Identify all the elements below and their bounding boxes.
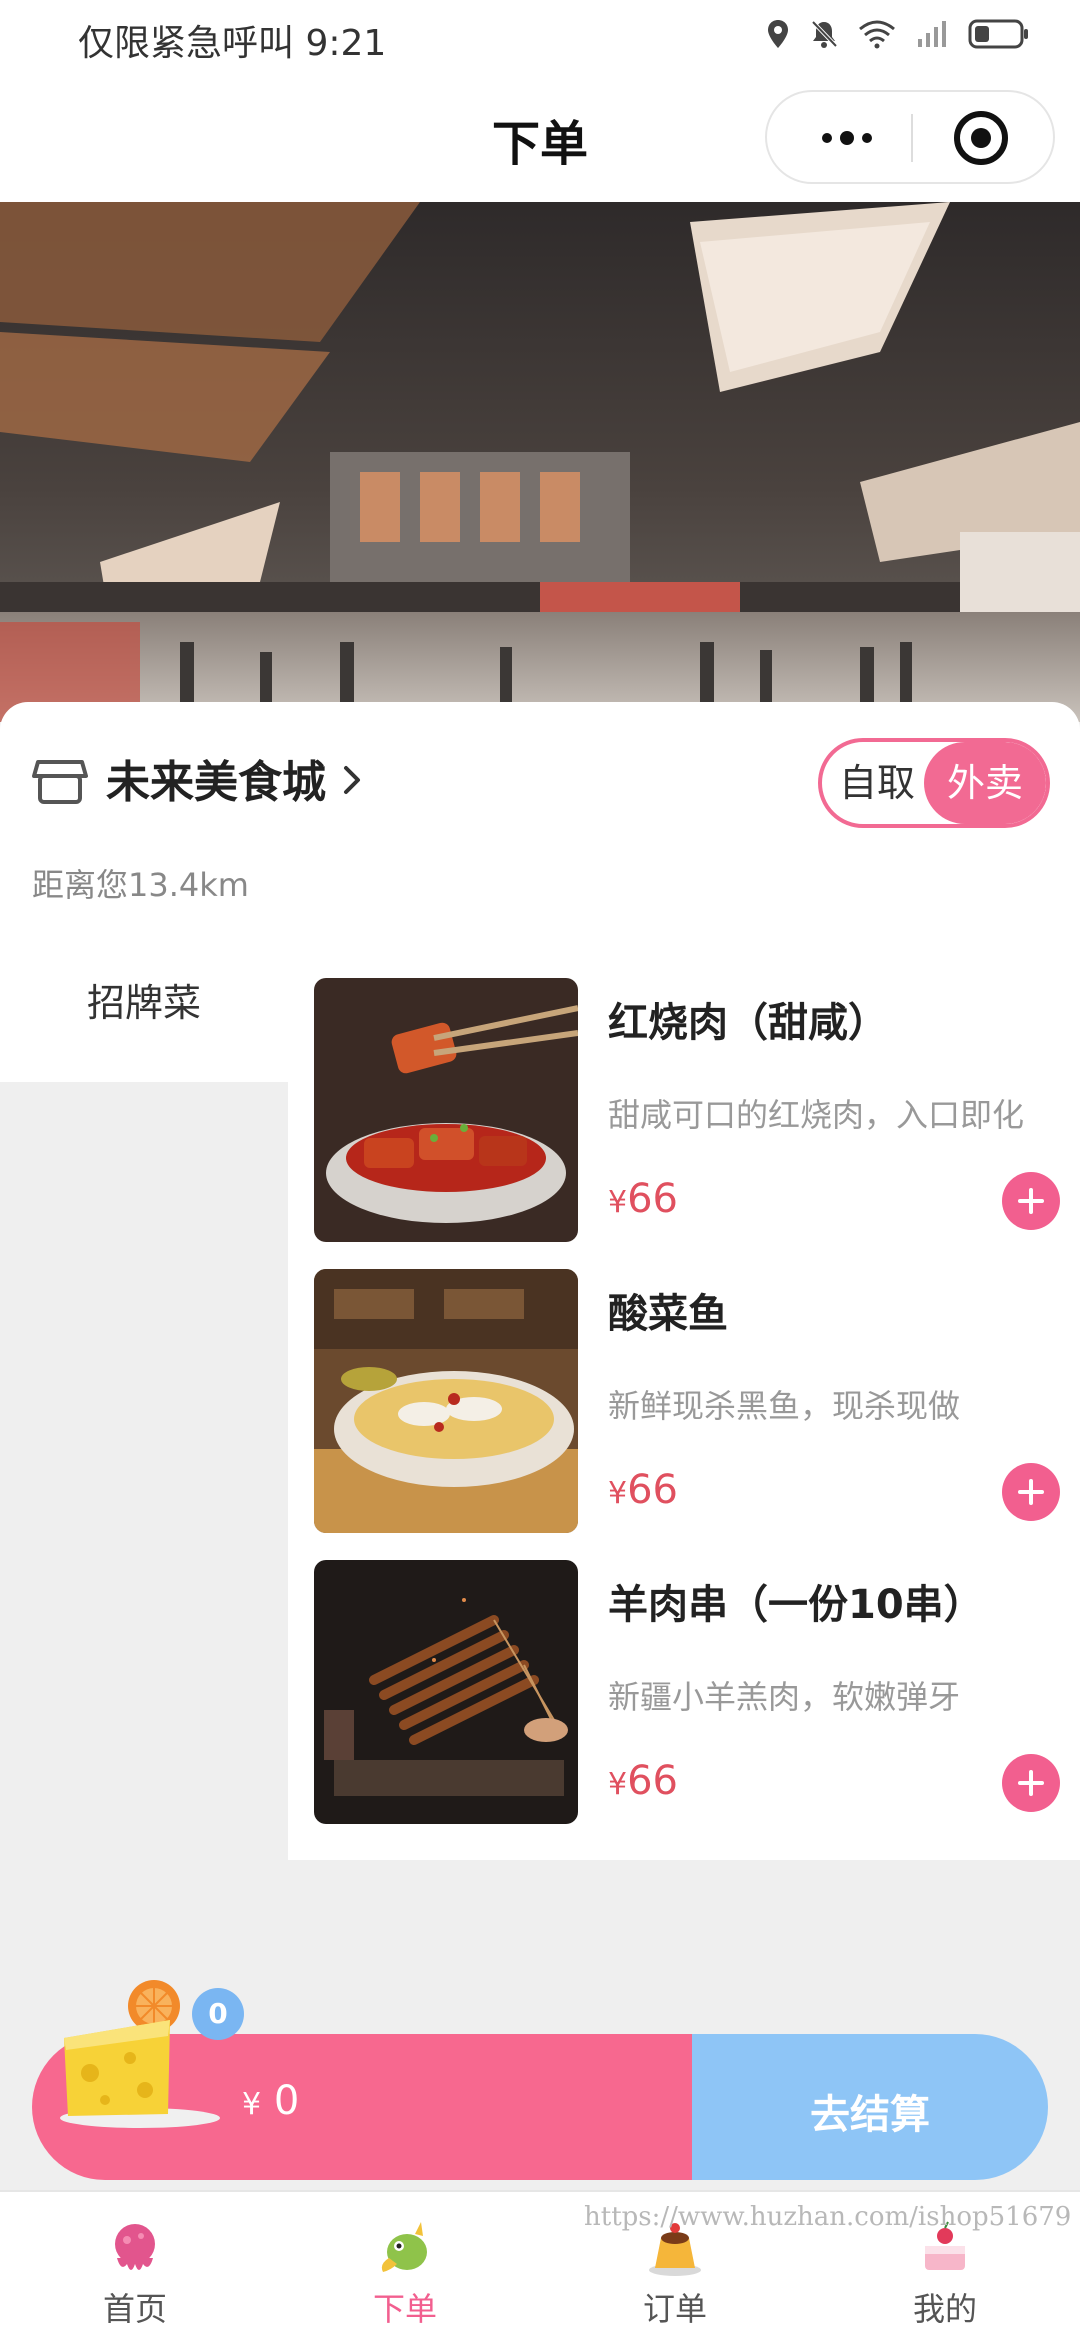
- dish-item[interactable]: 羊肉串（一份10串） 新疆小羊羔肉，软嫩弹牙 ¥66: [314, 1542, 1074, 1824]
- cart-count-badge: 0: [192, 1988, 244, 2040]
- watermark-text: https://www.huzhan.com/ishop51679: [584, 2202, 1072, 2232]
- add-to-cart-button[interactable]: [1002, 1463, 1060, 1521]
- dish-image-braised-pork: [314, 978, 578, 1242]
- tab-label: 订单: [642, 2290, 707, 2328]
- target-icon[interactable]: [953, 110, 1009, 166]
- currency-symbol: ¥: [608, 1476, 628, 1511]
- dish-price: ¥66: [608, 1758, 678, 1804]
- battery-icon: [968, 18, 1030, 50]
- tab-order[interactable]: 下单: [270, 2192, 540, 2340]
- tab-label: 我的: [912, 2290, 977, 2328]
- dish-description: 甜咸可口的红烧肉，入口即化: [608, 1096, 1025, 1134]
- store-distance: 距离您13.4km: [32, 866, 249, 904]
- octopus-icon: [105, 2218, 165, 2278]
- price-value: 66: [627, 1758, 678, 1804]
- dish-price: ¥66: [608, 1467, 678, 1513]
- location-icon: [766, 19, 790, 49]
- more-icon[interactable]: [805, 120, 905, 156]
- dish-description: 新鲜现杀黑鱼，现杀现做: [608, 1387, 961, 1425]
- currency-symbol: ¥: [242, 2087, 262, 2122]
- checkout-button[interactable]: 去结算: [692, 2034, 1048, 2180]
- capsule-divider: [911, 114, 913, 162]
- dish-item[interactable]: 酸菜鱼 新鲜现杀黑鱼，现杀现做 ¥66: [314, 1251, 1074, 1533]
- dish-name: 羊肉串（一份10串）: [608, 1582, 984, 1628]
- dish-list: 红烧肉（甜咸） 甜咸可口的红烧肉，入口即化 ¥66 酸菜鱼 新鲜现杀黑鱼，现杀现…: [288, 942, 1080, 1860]
- cart-total-value: 0: [273, 2078, 300, 2124]
- dish-name: 红烧肉（甜咸）: [608, 1000, 888, 1046]
- add-to-cart-button[interactable]: [1002, 1172, 1060, 1230]
- status-bar: 仅限紧急呼叫 9:21: [0, 0, 1080, 72]
- tab-label: 下单: [372, 2290, 437, 2328]
- dish-image-lamb-skewers: [314, 1560, 578, 1824]
- currency-symbol: ¥: [608, 1185, 628, 1220]
- signal-icon: [916, 19, 948, 49]
- status-text: 仅限紧急呼叫 9:21: [78, 23, 387, 64]
- store-icon: [32, 752, 88, 808]
- tab-home[interactable]: 首页: [0, 2192, 270, 2340]
- dish-name: 酸菜鱼: [608, 1291, 728, 1337]
- status-icons: [766, 18, 1030, 50]
- toggle-delivery[interactable]: 外卖: [924, 742, 1046, 824]
- chevron-right-icon[interactable]: [340, 760, 366, 800]
- store-name[interactable]: 未来美食城: [106, 746, 326, 810]
- delivery-mode-toggle[interactable]: 自取 外卖: [818, 738, 1050, 828]
- wifi-icon: [858, 19, 896, 49]
- price-value: 66: [627, 1176, 678, 1222]
- currency-symbol: ¥: [608, 1767, 628, 1802]
- dish-description: 新疆小羊羔肉，软嫩弹牙: [608, 1678, 961, 1716]
- checkout-label: 去结算: [810, 2092, 930, 2138]
- category-item-signature[interactable]: 招牌菜: [0, 972, 288, 1027]
- bell-off-icon: [810, 19, 838, 49]
- add-to-cart-button[interactable]: [1002, 1754, 1060, 1812]
- nav-bar: 下单: [0, 72, 1080, 202]
- category-sidebar: 招牌菜: [0, 942, 288, 1082]
- store-card: 未来美食城 距离您13.4km 自取 外卖: [0, 702, 1080, 942]
- dish-image-pickled-fish: [314, 1269, 578, 1533]
- mini-program-capsule: [765, 90, 1055, 184]
- dish-item[interactable]: 红烧肉（甜咸） 甜咸可口的红烧肉，入口即化 ¥66: [314, 960, 1074, 1242]
- cart-total: ¥ 0: [242, 2078, 299, 2124]
- tab-label: 首页: [102, 2290, 167, 2328]
- dish-price: ¥66: [608, 1176, 678, 1222]
- hero-banner-image: [0, 202, 1080, 722]
- dragon-icon: [375, 2218, 435, 2278]
- price-value: 66: [627, 1467, 678, 1513]
- toggle-pickup[interactable]: 自取: [822, 742, 932, 824]
- menu-area: 招牌菜 红烧肉（甜咸） 甜咸可口的红烧肉，入口即化 ¥66 酸菜鱼 新鲜现杀黑鱼…: [0, 942, 1080, 1862]
